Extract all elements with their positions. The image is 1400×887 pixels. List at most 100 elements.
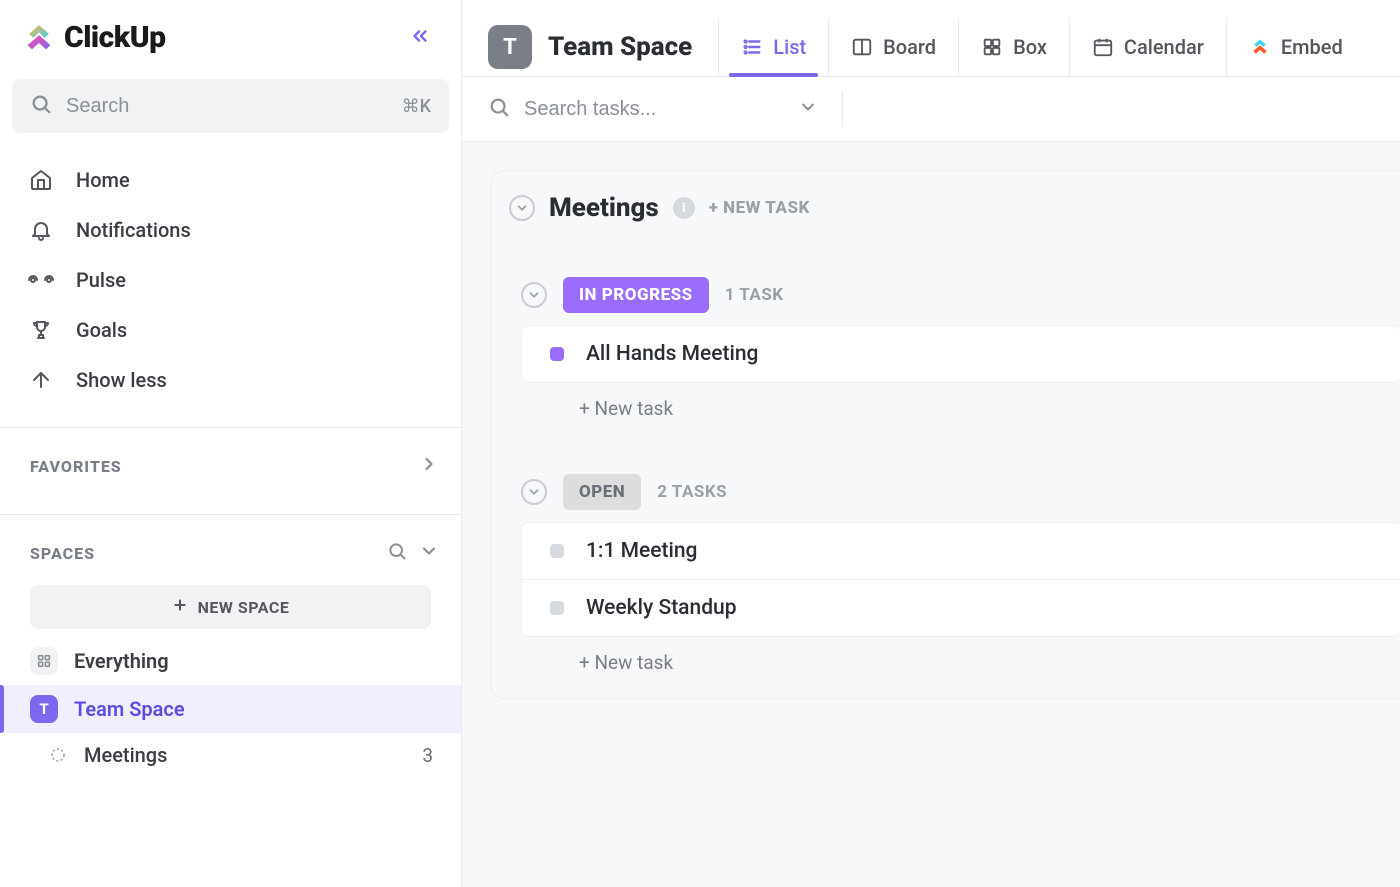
divider [842, 91, 843, 127]
topbar: T Team Space List Board [462, 0, 1400, 77]
list-meetings[interactable]: Meetings 3 [0, 733, 461, 777]
grid-icon [30, 647, 58, 675]
status-pill[interactable]: IN PROGRESS [563, 277, 709, 313]
brand-logo[interactable]: ClickUp [22, 20, 166, 55]
space-avatar: T [30, 695, 58, 723]
status-header: IN PROGRESS 1 TASK [521, 277, 1400, 313]
search-icon[interactable] [387, 541, 407, 565]
chevron-down-icon[interactable] [419, 541, 439, 565]
new-space-button[interactable]: NEW SPACE [30, 585, 431, 629]
sidebar-search[interactable]: ⌘K [12, 79, 449, 133]
content-area: Meetings i + NEW TASK IN PROGRESS 1 TASK [462, 142, 1400, 887]
space-label: Everything [74, 649, 169, 673]
main: T Team Space List Board [462, 0, 1400, 887]
search-icon [488, 96, 510, 122]
status-dot-icon[interactable] [550, 347, 564, 361]
list-header: Meetings i + NEW TASK [491, 187, 1400, 237]
board-icon [851, 36, 873, 58]
add-task-button[interactable]: + New task [521, 383, 1400, 434]
clickup-logo-icon [22, 21, 56, 55]
nav-show-less[interactable]: Show less [10, 355, 451, 405]
list-panel: Meetings i + NEW TASK IN PROGRESS 1 TASK [490, 170, 1400, 699]
sidebar: ClickUp ⌘K Home [0, 0, 462, 887]
view-tab-label: Calendar [1124, 35, 1204, 59]
task-row[interactable]: Weekly Standup [522, 579, 1400, 636]
status-pill[interactable]: OPEN [563, 474, 641, 510]
status-group-open: OPEN 2 TASKS 1:1 Meeting Weekly Standup … [521, 474, 1400, 688]
sidebar-nav: Home Notifications Pulse [0, 141, 461, 405]
list-icon [741, 36, 763, 58]
space-label: Team Space [74, 697, 185, 721]
task-search-input[interactable] [524, 98, 784, 121]
collapse-sidebar-button[interactable] [403, 21, 437, 55]
space-title: Team Space [548, 32, 692, 62]
status-dot-icon[interactable] [550, 544, 564, 558]
nav-label: Notifications [76, 218, 191, 242]
nav-label: Goals [76, 318, 127, 342]
task-name: All Hands Meeting [586, 342, 758, 366]
brand-name: ClickUp [64, 20, 166, 55]
arrow-up-icon [28, 367, 54, 393]
filter-bar [462, 77, 1400, 142]
trophy-icon [28, 317, 54, 343]
view-tab-board[interactable]: Board [828, 18, 958, 76]
view-tab-box[interactable]: Box [958, 18, 1069, 76]
plus-icon [172, 597, 188, 617]
task-row[interactable]: 1:1 Meeting [522, 523, 1400, 579]
search-shortcut-label: ⌘K [402, 96, 431, 117]
task-name: 1:1 Meeting [586, 539, 697, 563]
collapse-group-button[interactable] [521, 282, 547, 308]
status-dot-icon[interactable] [550, 601, 564, 615]
view-tab-label: Embed [1281, 35, 1343, 59]
task-count: 1 TASK [725, 285, 784, 305]
bell-icon [28, 217, 54, 243]
chevron-double-left-icon [409, 25, 431, 51]
task-list: 1:1 Meeting Weekly Standup [521, 522, 1400, 637]
filter-dropdown-toggle[interactable] [798, 97, 818, 121]
new-task-header-button[interactable]: + NEW TASK [709, 198, 810, 218]
list-count: 3 [422, 744, 433, 767]
status-group-in-progress: IN PROGRESS 1 TASK All Hands Meeting + N… [521, 277, 1400, 434]
task-name: Weekly Standup [586, 596, 737, 620]
chevron-right-icon [419, 454, 439, 478]
favorites-header[interactable]: FAVORITES [0, 428, 461, 492]
spaces-title: SPACES [30, 544, 95, 563]
space-avatar: T [488, 25, 532, 69]
spaces-header-actions [387, 541, 439, 565]
calendar-icon [1092, 36, 1114, 58]
add-task-button[interactable]: + New task [521, 637, 1400, 688]
favorites-title: FAVORITES [30, 457, 122, 476]
list-bullet-icon [48, 745, 68, 765]
list-label: Meetings [84, 743, 406, 767]
view-tab-label: Board [883, 35, 936, 59]
task-list: All Hands Meeting [521, 325, 1400, 383]
view-tabs: List Board Box [718, 18, 1364, 76]
info-icon[interactable]: i [673, 197, 695, 219]
space-breadcrumb[interactable]: T Team Space [488, 25, 718, 69]
spaces-header[interactable]: SPACES [0, 515, 461, 579]
view-tab-embed[interactable]: Embed [1226, 18, 1365, 76]
nav-label: Show less [76, 368, 167, 392]
embed-icon [1249, 36, 1271, 58]
space-team-space[interactable]: T Team Space [0, 685, 461, 733]
collapse-list-button[interactable] [509, 195, 535, 221]
view-tab-list[interactable]: List [718, 18, 828, 76]
new-space-label: NEW SPACE [198, 598, 290, 617]
task-row[interactable]: All Hands Meeting [522, 326, 1400, 382]
task-count: 2 TASKS [657, 482, 727, 502]
box-icon [981, 36, 1003, 58]
sidebar-search-input[interactable] [66, 95, 388, 118]
list-title: Meetings [549, 193, 659, 223]
home-icon [28, 167, 54, 193]
nav-notifications[interactable]: Notifications [10, 205, 451, 255]
nav-label: Pulse [76, 268, 126, 292]
search-icon [30, 93, 52, 119]
nav-label: Home [76, 168, 130, 192]
space-everything[interactable]: Everything [0, 637, 461, 685]
nav-home[interactable]: Home [10, 155, 451, 205]
collapse-group-button[interactable] [521, 479, 547, 505]
nav-goals[interactable]: Goals [10, 305, 451, 355]
view-tab-calendar[interactable]: Calendar [1069, 18, 1226, 76]
nav-pulse[interactable]: Pulse [10, 255, 451, 305]
sidebar-header: ClickUp [0, 0, 461, 71]
